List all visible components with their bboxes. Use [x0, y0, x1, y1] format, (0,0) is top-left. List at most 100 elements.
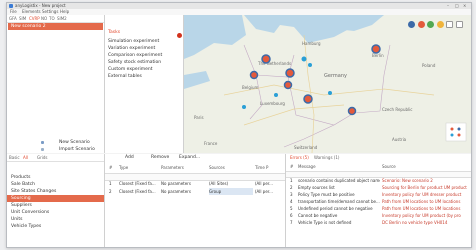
- site-marker[interactable]: [303, 94, 313, 104]
- customer-marker[interactable]: [308, 63, 312, 67]
- customer-marker[interactable]: [328, 91, 332, 95]
- site-marker[interactable]: [285, 68, 295, 78]
- tab-to[interactable]: TO: [49, 16, 55, 21]
- error-source-link[interactable]: Inventory policy for UM product (by pro: [382, 212, 470, 219]
- tab-errors[interactable]: Errors (5): [290, 155, 309, 160]
- label-netherlands: The Netherlands: [257, 61, 291, 66]
- remove-button[interactable]: Remove: [151, 155, 169, 160]
- dc-layer-icon[interactable]: [408, 21, 416, 28]
- tables-panel: Basic All Grids Products Sale Batch Site…: [7, 154, 105, 247]
- grid-icon[interactable]: [446, 21, 454, 28]
- table-item-products[interactable]: Products: [11, 174, 101, 181]
- err-col-message[interactable]: Message: [298, 163, 316, 171]
- table-item-vehicle-types[interactable]: Vehicle Types: [11, 223, 101, 230]
- error-source-link[interactable]: Path from UM locations to UM locations: [382, 198, 470, 205]
- col-header-type[interactable]: Type: [119, 164, 128, 172]
- exp-item-external-tables[interactable]: External tables: [108, 74, 142, 80]
- site-marker[interactable]: [283, 80, 293, 90]
- exp-item-variation[interactable]: Variation experiment: [108, 46, 155, 52]
- label-luxembourg: Luxembourg: [260, 101, 285, 106]
- label-paris: Paris: [194, 115, 204, 120]
- import-scenario-button[interactable]: Import Scenario: [7, 146, 104, 153]
- customer-layer-icon[interactable]: [427, 21, 435, 28]
- tab-all[interactable]: All: [23, 155, 28, 160]
- err-col-source[interactable]: Source: [382, 163, 396, 171]
- label-poland: Poland: [422, 63, 436, 68]
- col-header-sources[interactable]: Sources: [209, 164, 225, 172]
- table-item-sourcing[interactable]: Sourcing: [7, 195, 104, 202]
- exp-item-safety-stock[interactable]: Safety stock estimation: [108, 60, 161, 66]
- exp-item-tasks[interactable]: Tasks: [108, 30, 120, 36]
- exp-item-comparison[interactable]: Comparison experiment: [108, 53, 162, 59]
- row-type[interactable]: Closest (Fixed fa...: [119, 180, 159, 187]
- error-message[interactable]: Undefined period cannot be negative: [298, 205, 380, 212]
- tab-no[interactable]: NO: [41, 16, 47, 21]
- tab-gfa[interactable]: GFA: [9, 16, 17, 21]
- site-layer-icon[interactable]: [417, 21, 425, 28]
- exp-item-custom[interactable]: Custom experiment: [108, 67, 153, 73]
- customer-marker[interactable]: [301, 56, 307, 62]
- error-source-link[interactable]: DC Berlin no vehicle type VH014: [382, 219, 470, 226]
- table-item-site-states[interactable]: Site States Changes: [11, 188, 101, 195]
- table-item-units[interactable]: Units: [11, 216, 101, 223]
- route-layer-icon[interactable]: [436, 21, 444, 28]
- row-sources[interactable]: Group: [209, 188, 253, 195]
- exp-item-simulation[interactable]: Simulation experiment: [108, 39, 159, 45]
- error-source-link[interactable]: Inventory policy for UM dresser product: [382, 191, 470, 198]
- error-message[interactable]: scenario contains duplicated object name: [298, 177, 380, 184]
- site-marker[interactable]: [371, 44, 381, 54]
- errors-panel: Errors (5) Warnings (1) # Message Source…: [286, 154, 471, 247]
- tab-sim[interactable]: SIM: [19, 16, 26, 21]
- sourcing-panel: Add Remove Expand... # Type Parameters S…: [105, 154, 286, 247]
- tab-warnings[interactable]: Warnings (1): [314, 155, 339, 160]
- col-header-time[interactable]: Time P: [255, 164, 268, 172]
- site-marker[interactable]: [347, 106, 357, 116]
- customer-marker[interactable]: [274, 93, 278, 97]
- tab-basic[interactable]: Basic: [9, 155, 20, 160]
- error-source-link[interactable]: Sourcing for Berlin for product UM produ…: [382, 184, 470, 191]
- tab-grids[interactable]: Grids: [37, 155, 47, 160]
- row-parameters[interactable]: No parameters: [161, 180, 207, 187]
- row-time[interactable]: (All per...: [255, 188, 285, 195]
- tab-cvrp[interactable]: CVRP: [29, 16, 40, 21]
- row-time[interactable]: (All per...: [255, 180, 285, 187]
- label-france: France: [204, 141, 218, 146]
- tasks-status-dot: [177, 33, 182, 38]
- col-header-parameters[interactable]: Parameters: [161, 164, 184, 172]
- error-source-link[interactable]: Path from UM locations to UM locations: [382, 205, 470, 212]
- table-row: 4: [290, 199, 293, 204]
- table-item-sale-batch[interactable]: Sale Batch: [11, 181, 101, 188]
- map-legend: [445, 122, 467, 142]
- table-row: 7: [290, 220, 293, 225]
- error-message[interactable]: transportation time/demand cannot be...: [298, 198, 380, 205]
- row-sources[interactable]: (All Sites): [209, 180, 253, 187]
- add-button[interactable]: Add: [125, 155, 134, 160]
- row-type[interactable]: Closest (Fixed fa...: [119, 188, 159, 195]
- tab-sim2[interactable]: SIM2: [57, 16, 67, 21]
- site-marker[interactable]: [249, 70, 259, 80]
- label-czech: Czech Republic: [382, 107, 412, 112]
- label-belgium: Belgium: [242, 85, 259, 90]
- error-message[interactable]: Vehicle Type is not defined: [298, 219, 380, 226]
- filter-icon[interactable]: [456, 21, 463, 28]
- map-toolbar: [407, 21, 463, 30]
- error-message[interactable]: Policy Type must be positive: [298, 191, 380, 198]
- import-scenario-label: Import Scenario: [59, 147, 95, 152]
- error-source-link[interactable]: Scenario: New scenario 2: [382, 177, 470, 184]
- import-icon: [41, 148, 44, 151]
- error-message[interactable]: Empty sources list: [298, 184, 380, 191]
- error-message[interactable]: Cannot be negative: [298, 212, 380, 219]
- customer-marker[interactable]: [242, 105, 246, 109]
- table-row: 2: [109, 189, 112, 194]
- map-view[interactable]: The Netherlands Belgium Germany Luxembou…: [184, 15, 471, 153]
- site-marker[interactable]: [261, 54, 271, 64]
- experiments-panel: Tasks Simulation experiment Variation ex…: [105, 15, 184, 153]
- table-item-unit-conversions[interactable]: Unit Conversions: [11, 209, 101, 216]
- row-parameters[interactable]: No parameters: [161, 188, 207, 195]
- label-germany: Germany: [324, 73, 347, 79]
- selected-scenario[interactable]: New scenario 2: [8, 23, 103, 30]
- table-item-suppliers[interactable]: Suppliers: [11, 202, 101, 209]
- new-scenario-button[interactable]: New Scenario: [7, 139, 104, 146]
- col-header-num: #: [109, 165, 113, 170]
- expand-button[interactable]: Expand...: [179, 155, 200, 160]
